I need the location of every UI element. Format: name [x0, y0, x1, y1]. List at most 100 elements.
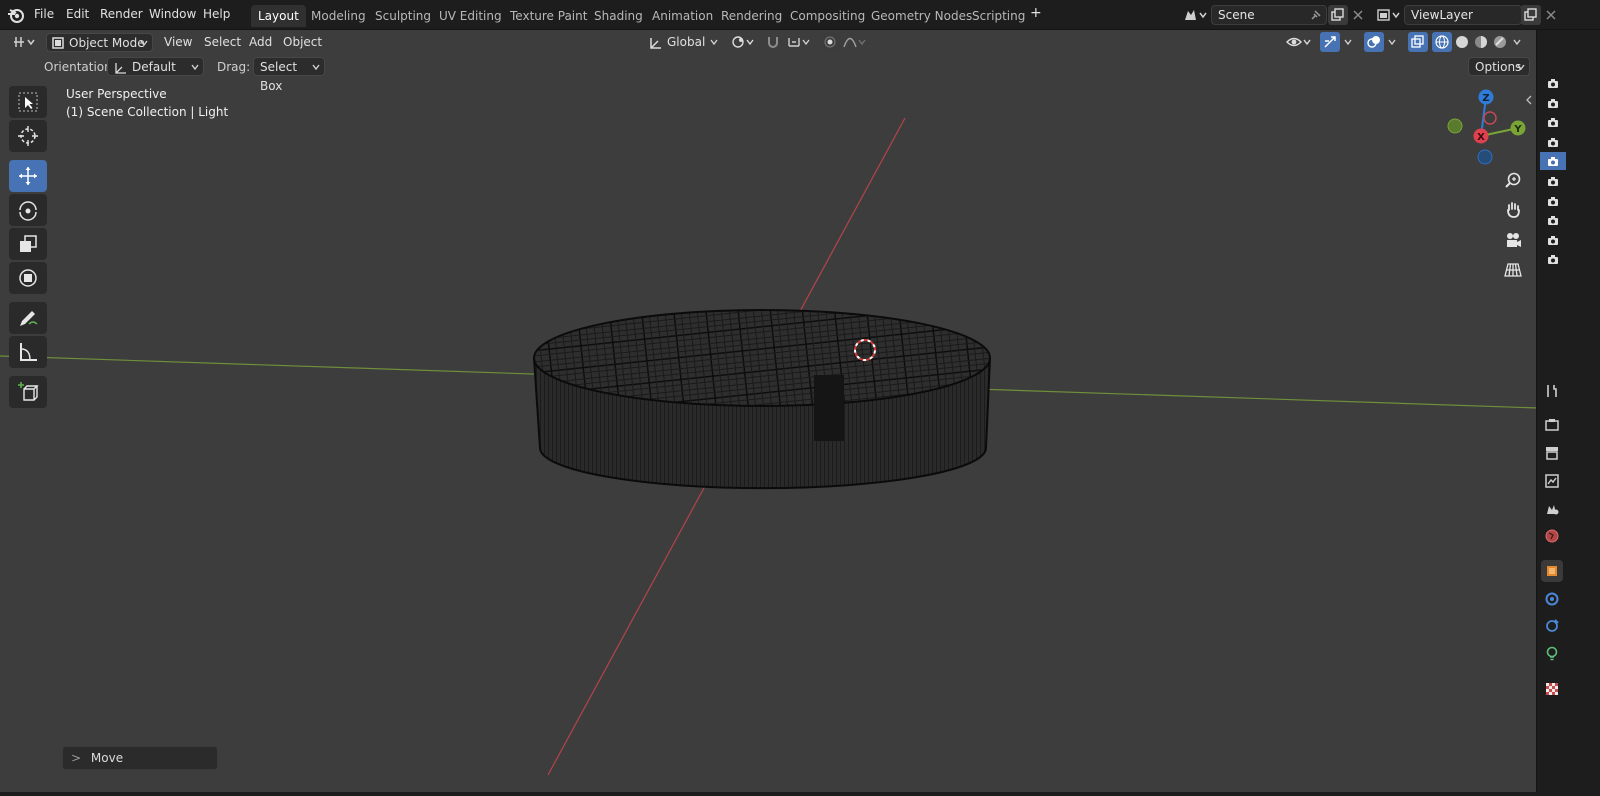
measure-tool[interactable] — [9, 336, 47, 368]
render-toggle-camera-icon[interactable] — [1540, 74, 1566, 92]
menu-help[interactable]: Help — [203, 7, 230, 21]
render-toggle-camera-icon[interactable] — [1540, 250, 1566, 268]
annotate-tool[interactable] — [9, 302, 47, 334]
orientation-selector[interactable]: Default — [107, 57, 204, 76]
shading-rendered-icon[interactable] — [1490, 32, 1510, 52]
wireframe-object — [533, 309, 991, 490]
scene-properties-icon[interactable] — [1541, 498, 1563, 520]
proportional-edit-icon[interactable] — [820, 32, 840, 52]
new-view-layer-icon[interactable] — [1521, 5, 1541, 25]
select-box-tool[interactable] — [9, 86, 47, 118]
drag-label: Drag: — [217, 60, 251, 74]
3d-viewport[interactable]: Object Mode View Select Add Object Globa… — [0, 30, 1568, 792]
gizmo-dropdown-icon[interactable] — [1341, 32, 1355, 52]
delete-view-layer-icon[interactable] — [1541, 5, 1561, 25]
blender-logo-icon[interactable] — [6, 5, 26, 25]
menu-edit[interactable]: Edit — [66, 7, 89, 21]
drag-selector[interactable]: Select Box — [253, 57, 325, 93]
transform-orientation-selector[interactable]: Global — [645, 33, 722, 52]
render-toggle-camera-icon[interactable] — [1540, 211, 1566, 229]
tab-scripting[interactable]: Scripting — [965, 5, 1032, 27]
cursor-tool[interactable] — [9, 120, 47, 152]
mode-selector[interactable]: Object Mode — [46, 33, 153, 52]
snap-toggle-icon[interactable] — [763, 32, 783, 52]
zoom-icon — [1505, 172, 1521, 188]
tab-compositing[interactable]: Compositing — [783, 5, 872, 27]
shading-solid-icon[interactable] — [1452, 32, 1472, 52]
delete-scene-icon[interactable] — [1348, 5, 1368, 25]
tab-uv-editing[interactable]: UV Editing — [432, 5, 509, 27]
mode-label: Object Mode — [69, 36, 145, 50]
camera-view-icon — [1507, 233, 1521, 247]
physics-properties-icon[interactable] — [1541, 615, 1563, 637]
modifier-properties-icon[interactable] — [1541, 588, 1563, 610]
texture-properties-icon[interactable] — [1541, 678, 1563, 700]
last-operator-panel[interactable]: > Move — [62, 746, 218, 770]
xray-toggle-icon[interactable] — [1408, 32, 1428, 52]
zoom-view-button[interactable] — [1500, 167, 1526, 193]
menu-object[interactable]: Object — [277, 33, 328, 52]
transform-tool[interactable] — [9, 262, 47, 294]
viewport-header: Object Mode View Select Add Object Globa… — [0, 30, 1568, 54]
menu-view[interactable]: View — [158, 33, 198, 52]
snap-target-icon[interactable] — [786, 32, 814, 52]
menu-add[interactable]: Add — [243, 33, 278, 52]
pan-view-button[interactable] — [1500, 197, 1526, 223]
world-properties-icon[interactable] — [1541, 525, 1563, 547]
view-layer-browse-icon[interactable] — [1374, 5, 1404, 25]
menu-file[interactable]: File — [34, 7, 54, 21]
overlays-toggle-icon[interactable] — [1364, 32, 1384, 52]
view-name-label: User Perspective — [66, 87, 167, 101]
object-properties-icon[interactable] — [1541, 560, 1563, 582]
shading-dropdown-icon[interactable] — [1510, 32, 1524, 52]
render-toggle-camera-icon[interactable] — [1540, 231, 1566, 249]
tab-texture-paint[interactable]: Texture Paint — [503, 5, 594, 27]
sidebar-toggle-icon[interactable] — [1522, 90, 1536, 110]
viewport-scene — [0, 117, 1568, 776]
visibility-icon[interactable] — [1284, 32, 1314, 52]
rotate-tool[interactable] — [9, 194, 47, 226]
shading-material-icon[interactable] — [1471, 32, 1491, 52]
pin-icon[interactable] — [1306, 5, 1326, 25]
tab-shading[interactable]: Shading — [587, 5, 650, 27]
scene-browse-icon[interactable] — [1180, 5, 1210, 25]
shading-wireframe-icon[interactable] — [1432, 32, 1452, 52]
grid-perspective-icon — [1504, 263, 1522, 277]
menu-render[interactable]: Render — [100, 7, 143, 21]
render-properties-icon[interactable] — [1541, 414, 1563, 436]
camera-view-button[interactable] — [1500, 227, 1526, 253]
collection-info-label: (1) Scene Collection | Light — [66, 105, 229, 119]
object-data-light-icon[interactable] — [1541, 643, 1563, 665]
menu-select[interactable]: Select — [198, 33, 247, 52]
move-tool[interactable] — [9, 160, 47, 192]
tab-sculpting[interactable]: Sculpting — [368, 5, 438, 27]
render-toggle-camera-icon[interactable] — [1540, 94, 1566, 112]
output-properties-icon[interactable] — [1541, 442, 1563, 464]
editor-type-icon[interactable] — [12, 32, 42, 52]
render-toggle-camera-icon[interactable] — [1540, 113, 1566, 131]
render-toggle-camera-icon[interactable] — [1540, 192, 1566, 210]
add-workspace-button[interactable]: + — [1030, 5, 1042, 21]
tab-geometry-nodes[interactable]: Geometry Nodes — [864, 5, 979, 27]
tool-properties-icon[interactable] — [1541, 380, 1563, 402]
tool-settings-header: Orientation: Default Drag: Select Box Op… — [0, 54, 1568, 93]
tab-rendering[interactable]: Rendering — [714, 5, 789, 27]
perspective-toggle-button[interactable] — [1500, 257, 1526, 283]
tab-animation[interactable]: Animation — [645, 5, 720, 27]
add-cube-tool[interactable] — [9, 376, 47, 408]
menu-window[interactable]: Window — [149, 7, 196, 21]
view-layer-name-field[interactable]: ViewLayer — [1404, 5, 1522, 25]
render-toggle-camera-icon[interactable] — [1540, 152, 1566, 170]
view-layer-properties-icon[interactable] — [1541, 470, 1563, 492]
tab-modeling[interactable]: Modeling — [304, 5, 373, 27]
overlays-dropdown-icon[interactable] — [1385, 32, 1399, 52]
falloff-icon[interactable] — [842, 32, 870, 52]
gizmo-toggle-icon[interactable] — [1320, 32, 1340, 52]
render-toggle-camera-icon[interactable] — [1540, 172, 1566, 190]
scale-tool[interactable] — [9, 228, 47, 260]
render-toggle-camera-icon[interactable] — [1540, 133, 1566, 151]
pivot-point-icon[interactable] — [730, 32, 758, 52]
tab-layout[interactable]: Layout — [251, 5, 306, 27]
options-button[interactable]: Options — [1468, 57, 1530, 76]
new-scene-icon[interactable] — [1328, 5, 1348, 25]
